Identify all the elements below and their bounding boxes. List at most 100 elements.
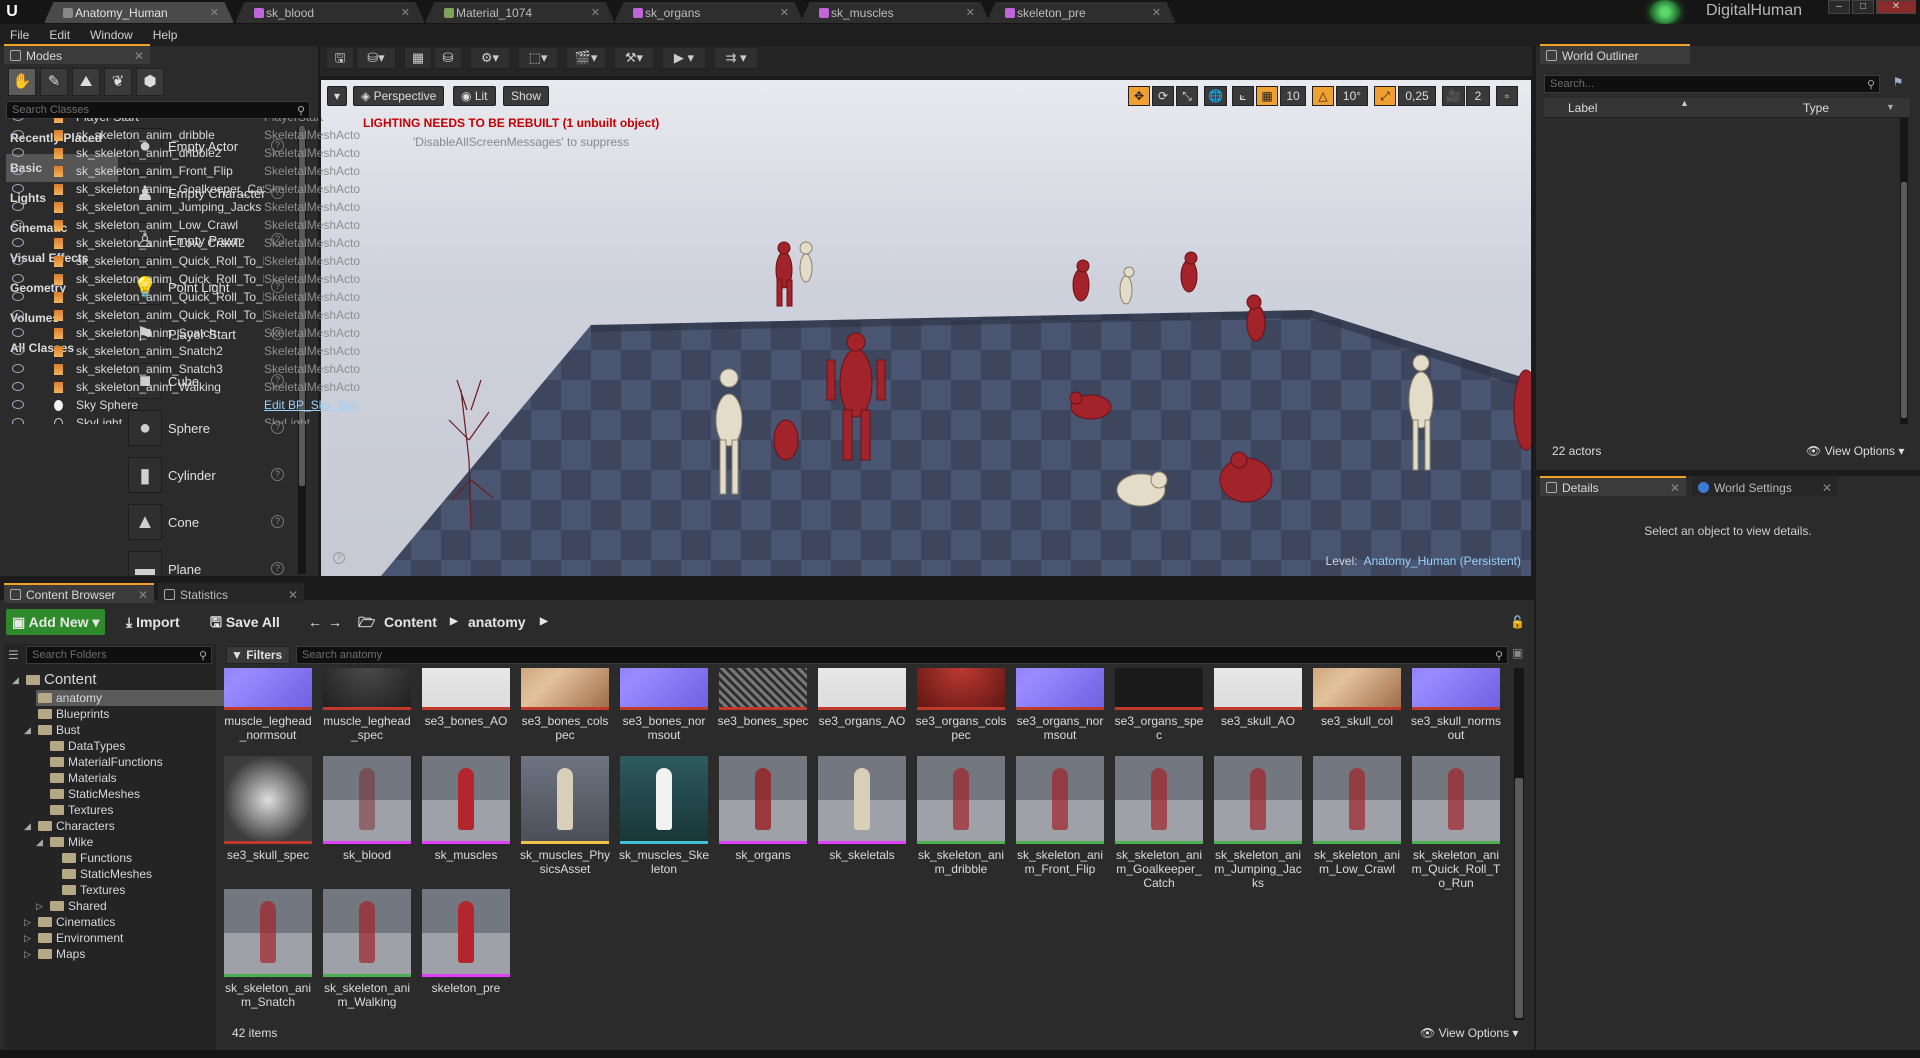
visibility-eye-icon[interactable] xyxy=(12,238,24,247)
visibility-eye-icon[interactable] xyxy=(12,346,24,355)
place-item-plane[interactable]: ▬ Plane? xyxy=(124,547,296,576)
folder-datatypes[interactable]: DataTypes xyxy=(48,738,125,754)
content-icon[interactable]: ▦ xyxy=(404,47,432,69)
close-tab-icon[interactable]: ✕ xyxy=(1152,2,1161,24)
outliner-row[interactable]: sk_skeleton_anim_Goalkeeper_Catc Skeletal… xyxy=(8,180,370,198)
show-button[interactable]: Show xyxy=(503,86,550,106)
folder-functions[interactable]: Functions xyxy=(60,850,132,866)
outliner-row[interactable]: sk_skeleton_anim_Low_Crawl SkeletalMeshAc… xyxy=(8,216,370,234)
asset-tile[interactable]: sk_muscles_PhysicsAsset xyxy=(519,756,611,884)
asset-tile[interactable]: se3_bones_spec xyxy=(717,668,809,750)
asset-tile[interactable]: sk_organs xyxy=(717,756,809,884)
asset-tile[interactable]: se3_organs_colspec xyxy=(915,668,1007,750)
minimize-window-button[interactable]: – xyxy=(1828,0,1850,14)
perspective-button[interactable]: ◈ Perspective xyxy=(353,86,445,106)
outliner-view-options[interactable]: 👁 View Options ▾ xyxy=(1806,444,1904,458)
visibility-eye-icon[interactable] xyxy=(12,364,24,373)
menu-file[interactable]: File xyxy=(0,24,39,46)
outliner-row[interactable]: SkyLight SkyLight xyxy=(8,414,370,424)
asset-tile[interactable]: sk_skeleton_anim_Front_Flip xyxy=(1014,756,1106,884)
visibility-eye-icon[interactable] xyxy=(12,130,24,139)
visibility-eye-icon[interactable] xyxy=(12,202,24,211)
breadcrumb-separator-icon[interactable]: ▶ xyxy=(444,609,464,635)
place-item-cone[interactable]: ▲ Cone? xyxy=(124,500,296,546)
rotation-snap-icon[interactable]: △ xyxy=(1312,86,1334,106)
user-name[interactable]: DigitalHuman xyxy=(1706,2,1802,20)
expanded-arrow-icon[interactable]: ◢ xyxy=(24,722,31,738)
close-icon[interactable]: ✕ xyxy=(288,585,298,605)
asset-tile[interactable]: muscle_leghead_spec xyxy=(321,668,413,750)
outliner-row[interactable]: sk_skeleton_anim_Walking SkeletalMeshActo xyxy=(8,378,370,396)
tab-statistics[interactable]: Statistics ✕ xyxy=(158,583,304,603)
outliner-row[interactable]: sk_skeleton_anim_Quick_Roll_To_R Skeletal… xyxy=(8,306,370,324)
expanded-arrow-icon[interactable]: ◢ xyxy=(24,818,31,834)
visibility-eye-icon[interactable] xyxy=(12,400,24,409)
scale-snap-icon[interactable]: ⤢ xyxy=(1374,86,1396,106)
document-tab-3[interactable]: sk_organs ✕ xyxy=(614,1,804,23)
document-tab-1[interactable]: sk_blood ✕ xyxy=(235,1,425,23)
tab-world-outliner[interactable]: World Outliner xyxy=(1540,44,1690,64)
asset-tile[interactable]: se3_skull_normsout xyxy=(1410,668,1502,750)
add-new-button[interactable]: ▣ Add New ▾ xyxy=(6,609,106,635)
folder-blueprints[interactable]: Blueprints xyxy=(36,706,109,722)
help-icon[interactable]: ? xyxy=(271,468,284,481)
collapsed-arrow-icon[interactable]: ▷ xyxy=(36,898,43,914)
asset-tile[interactable]: se3_bones_normsout xyxy=(618,668,710,750)
place-item-cylinder[interactable]: ▮ Cylinder? xyxy=(124,453,296,499)
viewport-options-icon[interactable]: ▾ xyxy=(327,86,347,106)
user-avatar-icon[interactable] xyxy=(1650,0,1680,24)
outliner-row[interactable]: sk_skeleton_anim_Snatch2 SkeletalMeshActo xyxy=(8,342,370,360)
visibility-eye-icon[interactable] xyxy=(12,418,24,424)
menu-window[interactable]: Window xyxy=(80,24,143,46)
folder-bust[interactable]: ◢ Bust xyxy=(24,722,80,738)
visibility-eye-icon[interactable] xyxy=(12,328,24,337)
visibility-eye-icon[interactable] xyxy=(12,256,24,265)
outliner-row[interactable]: sk_skeleton_anim_Snatch3 SkeletalMeshActo xyxy=(8,360,370,378)
launch-icon[interactable]: ⇉ ▾ xyxy=(714,47,758,69)
save-all-button[interactable]: 🖫 Save All xyxy=(204,609,286,635)
outliner-row[interactable]: sk_skeleton_anim_Jumping_Jacks SkeletalMe… xyxy=(8,198,370,216)
geometry-mode-icon[interactable]: ⬢ xyxy=(136,68,164,96)
asset-tile[interactable]: sk_skeleton_anim_Goalkeeper_Catch xyxy=(1113,756,1205,890)
asset-view-options[interactable]: 👁 View Options ▾ xyxy=(1420,1026,1518,1040)
asset-tile[interactable]: sk_skeleton_anim_dribble xyxy=(915,756,1007,884)
help-icon[interactable]: ? xyxy=(271,562,284,575)
expanded-arrow-icon[interactable]: ◢ xyxy=(36,834,43,850)
document-tab-0[interactable]: Anatomy_Human ✕ xyxy=(44,1,234,23)
asset-tile[interactable]: se3_bones_AO xyxy=(420,668,512,750)
visibility-eye-icon[interactable] xyxy=(12,166,24,175)
visibility-eye-icon[interactable] xyxy=(12,148,24,157)
asset-tile[interactable]: sk_skeleton_anim_Quick_Roll_To_Run xyxy=(1410,756,1502,890)
folder-maps[interactable]: ▷ Maps xyxy=(24,946,85,962)
close-icon[interactable]: ✕ xyxy=(1822,478,1832,498)
folder-anatomy[interactable]: anatomy xyxy=(36,690,226,706)
surface-snap-icon[interactable]: ⟀ xyxy=(1232,86,1254,106)
document-tab-2[interactable]: Material_1074 ✕ xyxy=(425,1,615,23)
asset-tile[interactable]: sk_muscles_Skeleton xyxy=(618,756,710,884)
outliner-row[interactable]: sk_skeleton_anim_dribble SkeletalMeshActo xyxy=(8,126,370,144)
close-tab-icon[interactable]: ✕ xyxy=(591,2,600,24)
outliner-row[interactable]: sk_skeleton_anim_dribble2 SkeletalMeshAct… xyxy=(8,144,370,162)
outliner-row[interactable]: sk_skeleton_anim_Low_Crawl2 SkeletalMeshA… xyxy=(8,234,370,252)
close-window-button[interactable]: ✕ xyxy=(1876,0,1916,14)
visibility-eye-icon[interactable] xyxy=(12,382,24,391)
asset-tile[interactable]: se3_organs_spec xyxy=(1113,668,1205,750)
outliner-row[interactable]: sk_skeleton_anim_Quick_Roll_To_R Skeletal… xyxy=(8,288,370,306)
breadcrumb-anatomy[interactable]: anatomy xyxy=(462,609,532,635)
visibility-eye-icon[interactable] xyxy=(12,220,24,229)
save-icon[interactable]: 🖫 xyxy=(326,47,354,69)
asset-tile[interactable]: muscle_leghead_normsout xyxy=(222,668,314,750)
asset-tile[interactable]: sk_skeletals xyxy=(816,756,908,884)
search-classes-input[interactable]: Search Classes ⚲ xyxy=(6,101,310,119)
expanded-arrow-icon[interactable]: ◢ xyxy=(12,672,19,688)
maximize-window-button[interactable]: □ xyxy=(1852,0,1874,14)
folder-shared[interactable]: ▷ Shared xyxy=(36,898,107,914)
folder-materials[interactable]: Materials xyxy=(48,770,117,786)
outliner-row[interactable]: sk_skeleton_anim_Quick_Roll_To_R Skeletal… xyxy=(8,270,370,288)
rotation-snap-value[interactable]: 10° xyxy=(1336,86,1368,106)
sources-toggle-icon[interactable]: ☰ xyxy=(8,648,22,662)
visibility-eye-icon[interactable] xyxy=(12,118,24,121)
folder-materialfunctions[interactable]: MaterialFunctions xyxy=(48,754,163,770)
world-space-icon[interactable]: 🌐 xyxy=(1204,86,1227,106)
cinematics-icon[interactable]: 🎬▾ xyxy=(566,47,606,69)
